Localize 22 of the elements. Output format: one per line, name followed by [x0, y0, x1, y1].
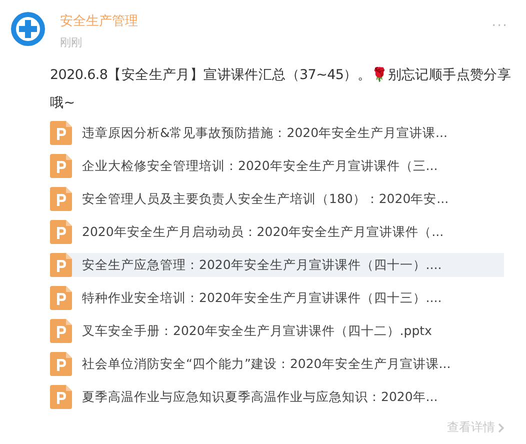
- avatar-icon: [10, 11, 46, 47]
- file-item[interactable]: 夏季高温作业与应急知识夏季高温作业与应急知识：2020年...: [50, 385, 504, 409]
- file-item[interactable]: 特种作业安全培训：2020年安全生产月宣讲课件（四十三）....: [50, 286, 504, 310]
- post-time: 刚刚: [60, 35, 83, 51]
- file-item[interactable]: 安全管理人员及主要负责人安全生产培训（180）：2020年安...: [50, 187, 504, 211]
- file-item[interactable]: 企业大检修安全管理培训：2020年安全生产月宣讲课件（三...: [50, 154, 504, 178]
- chevron-right-icon: [498, 422, 504, 432]
- ppt-file-icon: [50, 187, 72, 211]
- file-item[interactable]: 违章原因分析&常见事故预防措施：2020年安全生产月宣讲课...: [50, 121, 504, 145]
- file-item[interactable]: 社会单位消防安全“四个能力”建设：2020年安全生产月宣讲课...: [50, 352, 504, 376]
- file-item[interactable]: 安全生产应急管理：2020年安全生产月宣讲课件（四十一）....: [50, 253, 504, 277]
- ppt-file-icon: [50, 220, 72, 244]
- ppt-file-icon: [50, 319, 72, 343]
- ppt-file-icon: [50, 286, 72, 310]
- ppt-file-icon: [50, 385, 72, 409]
- file-item[interactable]: 2020年安全生产月启动动员：2020年安全生产月宣讲课件（...: [50, 220, 504, 244]
- file-item[interactable]: 叉车安全手册：2020年安全生产月宣讲课件（四十二）.pptx: [50, 319, 504, 343]
- post-text: 2020.6.8【安全生产月】宣讲课件汇总（37~45）。🌹别忘记顺手点赞分享哦~: [50, 66, 512, 113]
- ppt-file-icon: [50, 253, 72, 277]
- ppt-file-icon: [50, 352, 72, 376]
- ppt-file-icon: [50, 154, 72, 178]
- ppt-file-icon: [50, 121, 72, 145]
